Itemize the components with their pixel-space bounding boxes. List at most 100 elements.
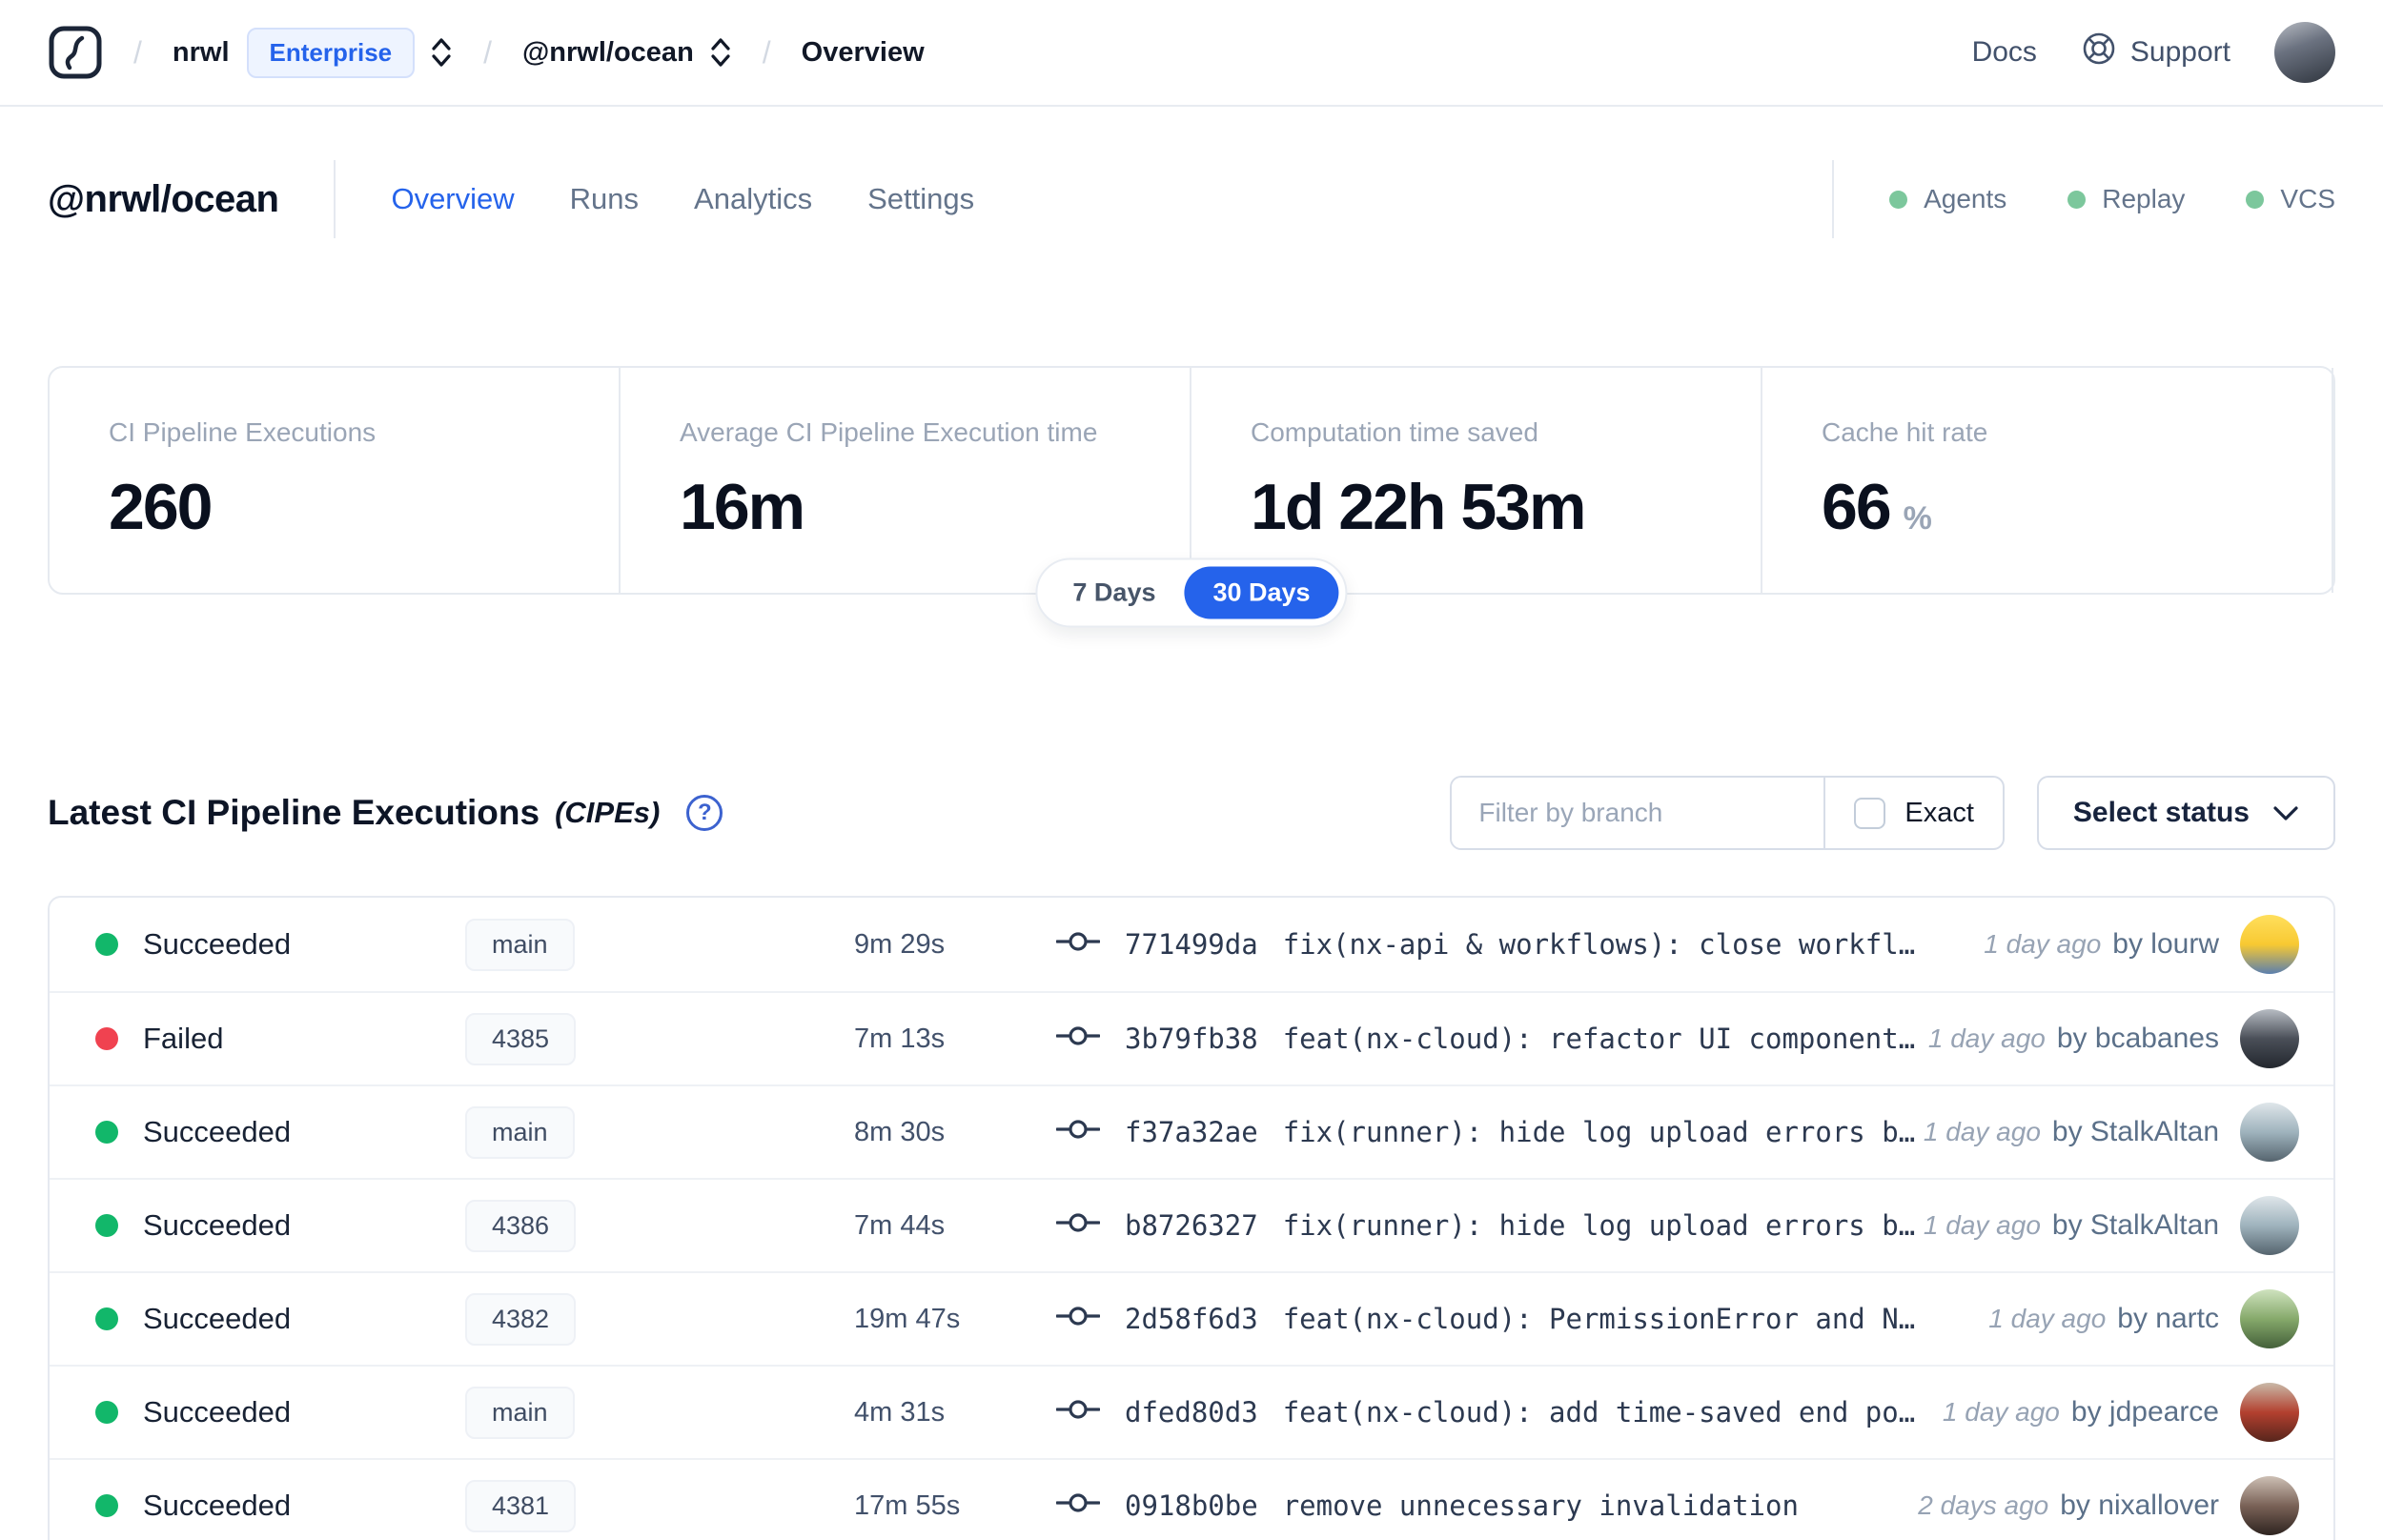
commit-message: fix(runner): hide log upload errors b… — [1282, 1116, 1916, 1148]
branch-badge: main — [465, 1386, 575, 1439]
row-author: by bcabanes — [2056, 1023, 2219, 1054]
table-row[interactable]: Succeeded 4382 19m 47s 2d58f6d3 feat(nx-… — [50, 1271, 2333, 1365]
app-header: / nrwl Enterprise / @nrwl/ocean / Overvi… — [0, 0, 2383, 107]
author-avatar — [2240, 1103, 2299, 1162]
time-ago: 1 day ago — [1984, 929, 2102, 959]
table-row[interactable]: Succeeded main 9m 29s 771499da fix(nx-ap… — [50, 898, 2333, 991]
breadcrumb-org[interactable]: nrwl — [173, 37, 230, 69]
commit-message: remove unnecessary invalidation — [1282, 1489, 1799, 1522]
status-label: Failed — [143, 1022, 224, 1055]
nx-logo[interactable] — [48, 25, 103, 80]
time-ago: 2 days ago — [1918, 1490, 2049, 1520]
breadcrumb-workspace[interactable]: @nrwl/ocean — [522, 37, 694, 69]
cipe-table: Succeeded main 9m 29s 771499da fix(nx-ap… — [48, 896, 2335, 1540]
commit-hash: 2d58f6d3 — [1125, 1303, 1258, 1335]
green-status-dot — [2246, 190, 2265, 209]
table-row[interactable]: Succeeded 4386 7m 44s b8726327 fix(runne… — [50, 1178, 2333, 1271]
service-replay[interactable]: Replay — [2067, 184, 2185, 214]
stats-cards: CI Pipeline Executions 260 Average CI Pi… — [48, 366, 2335, 628]
status-dot — [95, 1027, 118, 1050]
page-title: @nrwl/ocean — [48, 177, 279, 220]
stat-card-cache-hit-rate: Cache hit rate 66% — [1762, 368, 2333, 593]
org-selector-chevrons-icon[interactable] — [430, 36, 453, 69]
exact-label: Exact — [1904, 797, 1974, 828]
author-avatar — [2240, 915, 2299, 974]
status-label: Succeeded — [143, 1208, 292, 1242]
period-option-30-days[interactable]: 30 Days — [1184, 566, 1339, 619]
status-select-button[interactable]: Select status — [2036, 776, 2335, 850]
exact-checkbox[interactable] — [1854, 797, 1886, 829]
breadcrumb-separator: / — [762, 34, 771, 70]
tab-settings[interactable]: Settings — [867, 182, 974, 216]
commit-message: fix(nx-api & workflows): close workfl… — [1282, 928, 1916, 961]
status-label: Succeeded — [143, 927, 292, 961]
stat-card-executions: CI Pipeline Executions 260 — [50, 368, 621, 593]
service-status-group: Agents Replay VCS — [1832, 160, 2335, 238]
commit-hash: 3b79fb38 — [1125, 1023, 1258, 1055]
exact-toggle[interactable]: Exact — [1823, 778, 2003, 848]
commit-message: fix(runner): hide log upload errors b… — [1282, 1209, 1916, 1242]
git-commit-icon — [1056, 1303, 1101, 1335]
plan-badge: Enterprise — [246, 27, 416, 78]
author-avatar — [2240, 1196, 2299, 1255]
status-dot — [95, 1401, 118, 1424]
service-agents[interactable]: Agents — [1889, 184, 2006, 214]
period-toggle: 7 Days 30 Days — [1035, 557, 1348, 628]
row-author: by StalkAltan — [2051, 1209, 2219, 1241]
table-row[interactable]: Failed 4385 7m 13s 3b79fb38 feat(nx-clou… — [50, 991, 2333, 1084]
divider — [334, 160, 336, 238]
branch-badge: main — [465, 918, 575, 971]
table-row[interactable]: Succeeded 4381 17m 55s 0918b0be remove u… — [50, 1458, 2333, 1540]
breadcrumb: / nrwl Enterprise / @nrwl/ocean / Overvi… — [48, 25, 925, 80]
duration: 8m 30s — [854, 1116, 946, 1147]
duration: 19m 47s — [854, 1303, 961, 1334]
period-option-7-days[interactable]: 7 Days — [1044, 567, 1184, 619]
commit-message: feat(nx-cloud): PermissionError and N… — [1282, 1303, 1916, 1335]
workspace-selector-chevrons-icon[interactable] — [709, 36, 732, 69]
table-row[interactable]: Succeeded main 8m 30s f37a32ae fix(runne… — [50, 1084, 2333, 1178]
section-title: Latest CI Pipeline Executions — [48, 793, 540, 832]
cipes-section-header: Latest CI Pipeline Executions (CIPEs) ? … — [48, 776, 2335, 850]
git-commit-icon — [1056, 1023, 1101, 1055]
service-vcs[interactable]: VCS — [2246, 184, 2335, 214]
stat-label: Cache hit rate — [1822, 417, 1988, 447]
stat-unit: % — [1903, 500, 1932, 537]
tab-analytics[interactable]: Analytics — [694, 182, 812, 216]
help-icon[interactable]: ? — [686, 795, 723, 831]
commit-hash: 0918b0be — [1125, 1489, 1258, 1522]
status-label: Succeeded — [143, 1489, 292, 1522]
author-avatar — [2240, 1476, 2299, 1535]
commit-message: feat(nx-cloud): refactor UI component… — [1282, 1023, 1916, 1055]
green-status-dot — [1889, 190, 1908, 209]
duration: 17m 55s — [854, 1489, 961, 1521]
row-author: by nartc — [2117, 1303, 2219, 1334]
time-ago: 1 day ago — [1942, 1397, 2060, 1427]
row-author: by jdpearce — [2070, 1396, 2219, 1428]
stat-label: CI Pipeline Executions — [109, 417, 377, 447]
duration: 7m 44s — [854, 1209, 946, 1241]
status-label: Succeeded — [143, 1115, 292, 1148]
tab-runs[interactable]: Runs — [570, 182, 639, 216]
git-commit-icon — [1056, 1489, 1101, 1522]
git-commit-icon — [1056, 1116, 1101, 1148]
author-avatar — [2240, 1383, 2299, 1442]
table-row[interactable]: Succeeded main 4m 31s dfed80d3 feat(nx-c… — [50, 1365, 2333, 1458]
git-commit-icon — [1056, 1396, 1101, 1429]
branch-filter-input[interactable] — [1452, 778, 1824, 848]
support-link[interactable]: Support — [2081, 30, 2230, 74]
time-ago: 1 day ago — [1923, 1210, 2041, 1240]
branch-badge: main — [465, 1105, 575, 1159]
commit-hash: 771499da — [1125, 928, 1258, 961]
status-label: Succeeded — [143, 1302, 292, 1335]
workspace-bar: @nrwl/ocean Overview Runs Analytics Sett… — [48, 160, 2335, 238]
tab-overview[interactable]: Overview — [391, 182, 514, 216]
breadcrumb-separator: / — [133, 34, 142, 70]
git-commit-icon — [1056, 1209, 1101, 1242]
stat-value: 66% — [1822, 471, 1932, 543]
row-author: by lourw — [2112, 928, 2219, 960]
status-dot — [95, 1121, 118, 1144]
docs-link[interactable]: Docs — [1972, 36, 2037, 69]
commit-hash: b8726327 — [1125, 1209, 1258, 1242]
user-avatar[interactable] — [2274, 22, 2335, 83]
breadcrumb-page: Overview — [801, 36, 925, 68]
